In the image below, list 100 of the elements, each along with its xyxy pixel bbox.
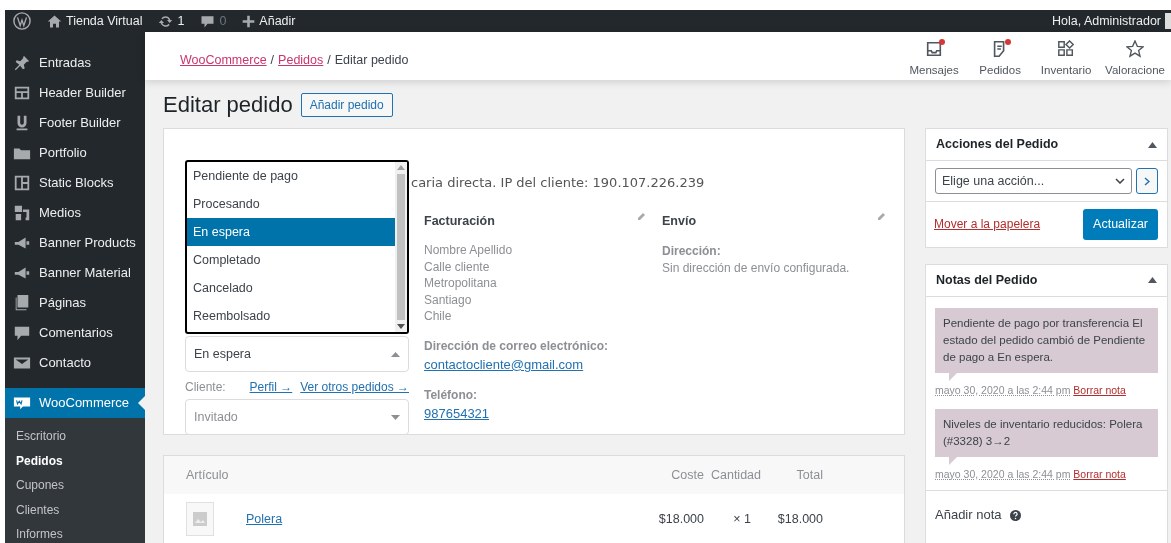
pin-icon [13, 54, 31, 72]
add-order-button[interactable]: Añadir pedido [300, 93, 393, 117]
sidebar-item[interactable]: Medios [5, 198, 145, 228]
apply-button[interactable] [1136, 168, 1158, 194]
delete-note-link[interactable]: Borrar nota [1073, 383, 1126, 396]
pages-icon [13, 294, 31, 312]
dropdown-option[interactable]: Completado [187, 246, 395, 274]
refresh-icon[interactable] [158, 13, 174, 29]
inbox-icon [925, 40, 944, 58]
help-icon[interactable] [1009, 509, 1021, 521]
action-select[interactable]: Elige una acción... [935, 168, 1132, 194]
media-icon [13, 204, 31, 222]
header-tab[interactable]: Inventario [1033, 32, 1100, 80]
sidebar-item[interactable]: WooCommerce [5, 388, 145, 418]
table-cell-text: $18.000 [776, 510, 823, 528]
greeting-link[interactable]: Hola, Administrador [1051, 11, 1161, 31]
delete-note-link[interactable]: Borrar nota [1073, 467, 1126, 480]
sidebar-item[interactable]: Portfolio [5, 138, 145, 168]
sidebar-item[interactable]: Header Builder [5, 78, 145, 108]
submenu-item[interactable]: Cupones [5, 473, 145, 498]
note-pointer [949, 456, 957, 465]
submenu-item[interactable]: Escritorio [5, 424, 145, 449]
panel-title: Notas del Pedido [936, 271, 1038, 289]
breadcrumb-separator: / [270, 53, 275, 67]
breadcrumb-separator: / [327, 53, 331, 67]
note-text: Niveles de inventario reducidos: Polera (#3328) 3→2 [935, 408, 1158, 457]
note-date: mayo 30, 2020 a las 2:44 pm [935, 383, 1071, 396]
submenu-item[interactable]: Informes [5, 522, 145, 543]
breadcrumb-link[interactable]: WooCommerce [180, 53, 267, 67]
column-header: Coste [670, 466, 704, 484]
breadcrumb-link[interactable]: Pedidos [278, 53, 324, 67]
other-orders-link[interactable]: Ver otros pedidos → [300, 378, 409, 396]
sidebar-item[interactable]: Static Blocks [5, 168, 145, 198]
product-link[interactable]: Polera [246, 509, 283, 529]
sidebar-item[interactable]: Contacto [5, 348, 145, 378]
update-button[interactable]: Actualizar [1083, 209, 1158, 240]
column-header: Cantidad [709, 466, 761, 484]
column-header: Total [795, 466, 823, 484]
address-line: Nombre Apellido [424, 242, 514, 259]
dropdown-option[interactable]: En espera [187, 218, 395, 246]
sidebar-item[interactable]: Páginas [5, 288, 145, 318]
profile-link[interactable]: Perfil → [249, 378, 293, 396]
column-header: Artículo [185, 466, 230, 484]
submenu-item[interactable]: Pedidos [5, 448, 145, 473]
address-text: Sin dirección de envío configurada. [662, 260, 851, 277]
sidebar-item[interactable]: Footer Builder [5, 108, 145, 138]
phone-label: Teléfono: [424, 387, 479, 405]
collapse-icon[interactable] [1148, 141, 1157, 148]
add-note-label: Añadir nota [935, 506, 1002, 525]
section-title: Envío [662, 212, 697, 230]
home-icon[interactable] [47, 13, 62, 29]
submenu-item[interactable]: Clientes [5, 497, 145, 522]
dropdown-option[interactable]: Pendiente de pago [187, 162, 395, 190]
table-icon [13, 84, 31, 102]
note-pointer [949, 372, 957, 381]
address-line: Santiago [424, 291, 473, 309]
trash-link[interactable]: Mover a la papelera [934, 215, 1041, 234]
address-label: Dirección: [662, 243, 722, 261]
caret-icon [391, 414, 400, 420]
page-title: Editar pedido [163, 91, 293, 119]
chevron-right-icon [1144, 176, 1150, 186]
header-tab[interactable]: Pedidos [967, 32, 1034, 80]
scroll-down-arrow-icon[interactable] [397, 324, 405, 329]
new-content-link[interactable]: Añadir [259, 11, 296, 31]
header-tab[interactable]: Valoracione [1099, 32, 1171, 80]
updates-count[interactable]: 1 [177, 11, 185, 31]
grid-icon [1057, 40, 1076, 58]
dropdown-option[interactable]: Cancelado [187, 274, 395, 302]
star-icon [1126, 40, 1145, 58]
sidebar-item[interactable]: Banner Products [5, 228, 145, 258]
status-select[interactable]: En espera [185, 336, 409, 372]
customer-label: Cliente: [185, 379, 226, 396]
note-text: Pendiente de pago por transferencia El estado del pedido cambió de Pendiente de pago a En espera. [935, 307, 1158, 373]
comment-icon[interactable] [200, 13, 216, 29]
dropdown-option[interactable]: Reembolsado [187, 302, 395, 330]
email-label: Dirección de correo electrónico: [424, 337, 610, 355]
email-link[interactable]: contactocliente@gmail.com [424, 356, 584, 372]
sidebar-item[interactable]: Comentarios [5, 318, 145, 348]
address-line: Metropolitana [424, 275, 498, 292]
collapse-icon[interactable] [1148, 277, 1157, 284]
phone-link[interactable]: 987654321 [424, 406, 490, 422]
table-cell-text: $18.000 [657, 510, 704, 528]
address-line: Calle cliente [424, 258, 491, 276]
scrollbar[interactable] [395, 162, 407, 332]
chevron-down-icon [1115, 178, 1125, 184]
plus-icon[interactable] [242, 14, 256, 28]
address-line: Chile [424, 308, 453, 325]
panel-title: Acciones del Pedido [936, 136, 1059, 154]
dropdown-option[interactable]: Procesando [187, 190, 395, 218]
caret-icon [391, 351, 400, 357]
payment-info: caria directa. IP del cliente: 190.107.226.239 [411, 174, 706, 192]
wordpress-logo-icon[interactable] [13, 12, 31, 30]
section-title: Facturación [424, 212, 495, 230]
sidebar-item[interactable]: Entradas [5, 48, 145, 78]
site-name-link[interactable]: Tienda Virtual [66, 11, 143, 31]
product-thumbnail [186, 502, 214, 536]
header-tab[interactable]: Mensajes [901, 32, 968, 80]
note-date: mayo 30, 2020 a las 2:44 pm [935, 467, 1071, 480]
layout-icon [13, 174, 31, 192]
sidebar-item[interactable]: Banner Material [5, 258, 145, 288]
